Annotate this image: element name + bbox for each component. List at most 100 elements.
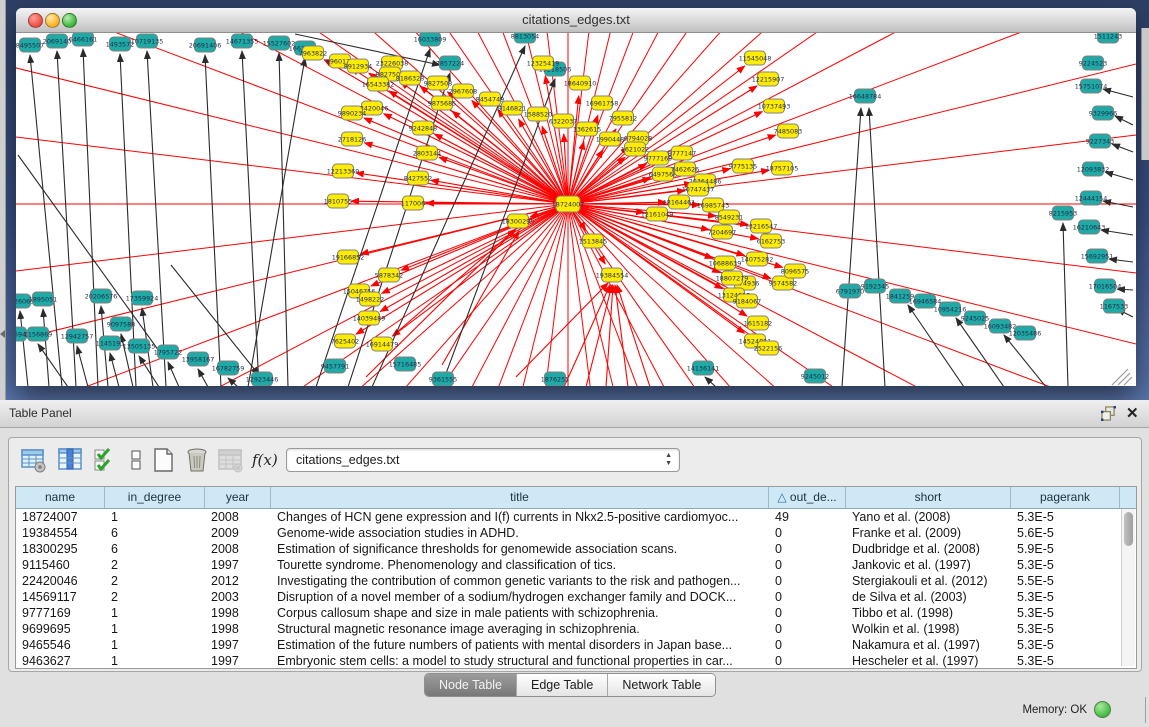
tab-edge-table[interactable]: Edge Table: [517, 674, 608, 696]
network-canvas[interactable]: 8495507206914064661611493572107191352069…: [16, 33, 1136, 386]
table-cell[interactable]: 2009: [205, 525, 271, 541]
table-cell[interactable]: 1997: [205, 557, 271, 573]
table-cell[interactable]: 5.3E-5: [1011, 621, 1120, 637]
table-panel-header[interactable]: Table Panel ✕: [0, 400, 1149, 428]
table-cell[interactable]: 49: [769, 509, 846, 525]
citation-edge-black[interactable]: [908, 305, 964, 386]
table-row[interactable]: 969969511998Structural magnetic resonanc…: [16, 621, 1136, 637]
citation-edge-black[interactable]: [348, 73, 450, 386]
close-panel-icon[interactable]: ✕: [1126, 404, 1139, 422]
table-cell[interactable]: Tibbo et al. (1998): [846, 605, 1011, 621]
table-cell[interactable]: 0: [769, 541, 846, 557]
table-cell[interactable]: 5.3E-5: [1011, 653, 1120, 668]
table-cell[interactable]: 5.3E-5: [1011, 637, 1120, 653]
table-cell[interactable]: 5.3E-5: [1011, 605, 1120, 621]
table-settings-icon[interactable]: [21, 447, 47, 473]
table-row[interactable]: 1456911722003Disruption of a novel membe…: [16, 589, 1136, 605]
table-cell[interactable]: Embryonic stem cells: a model to study s…: [271, 653, 769, 668]
citation-edge-red[interactable]: [392, 204, 568, 336]
citation-edge-red[interactable]: [568, 47, 1136, 204]
citation-edge-red[interactable]: [16, 47, 568, 204]
citation-edge-black[interactable]: [705, 377, 716, 386]
table-cell[interactable]: Nakamura et al. (1997): [846, 637, 1011, 653]
column-header-in_degree[interactable]: in_degree: [105, 487, 205, 508]
scrollbar-thumb[interactable]: [1124, 512, 1133, 546]
table-cell[interactable]: Structural magnetic resonance image aver…: [271, 621, 769, 637]
citation-edge-black[interactable]: [168, 362, 179, 386]
table-cell[interactable]: de Silva et al. (2003): [846, 589, 1011, 605]
table-cell[interactable]: 1: [105, 637, 205, 653]
table-cell[interactable]: 1: [105, 605, 205, 621]
table-cell[interactable]: Stergiakouli et al. (2012): [846, 573, 1011, 589]
citation-edge-black[interactable]: [205, 55, 221, 386]
table-cell[interactable]: 19384554: [16, 525, 105, 541]
table-selector-dropdown[interactable]: citations_edges.txt ▲▼: [286, 448, 680, 472]
table-cell[interactable]: 2008: [205, 509, 271, 525]
table-cell[interactable]: 9777169: [16, 605, 105, 621]
column-header-short[interactable]: short: [846, 487, 1011, 508]
delete-table-icon[interactable]: [184, 447, 210, 473]
table-cell[interactable]: Jankovic et al. (1997): [846, 557, 1011, 573]
table-cell[interactable]: Estimation of the future numbers of pati…: [271, 637, 769, 653]
collapse-arrow-icon[interactable]: [0, 330, 5, 338]
table-cell[interactable]: 5.9E-5: [1011, 541, 1120, 557]
column-header-title[interactable]: title: [271, 487, 769, 508]
citation-edge-black[interactable]: [1063, 223, 1068, 386]
table-row[interactable]: 2242004622012Investigating the contribut…: [16, 573, 1136, 589]
citation-edge-black[interactable]: [198, 369, 208, 386]
table-cell[interactable]: Wolkin et al. (1998): [846, 621, 1011, 637]
side-panel-edge[interactable]: [0, 0, 6, 400]
table-cell[interactable]: 2008: [205, 541, 271, 557]
resize-grip[interactable]: [1112, 369, 1132, 385]
citation-edge-red[interactable]: [16, 33, 568, 204]
new-table-icon[interactable]: [151, 447, 177, 473]
table-cell[interactable]: 5.3E-5: [1011, 509, 1120, 525]
table-cell[interactable]: 0: [769, 573, 846, 589]
citation-edge-black[interactable]: [842, 108, 861, 386]
table-row[interactable]: 977716911998Corpus callosum shape and si…: [16, 605, 1136, 621]
table-cell[interactable]: 9699695: [16, 621, 105, 637]
table-cell[interactable]: 5.3E-5: [1011, 589, 1120, 605]
table-row[interactable]: 911546021997Tourette syndrome. Phenomeno…: [16, 557, 1136, 573]
table-cell[interactable]: 0: [769, 589, 846, 605]
table-cell[interactable]: 9463627: [16, 653, 105, 668]
tab-network-table[interactable]: Network Table: [608, 674, 715, 696]
show-columns-icon[interactable]: [58, 447, 84, 473]
citation-edge-black[interactable]: [147, 51, 166, 386]
citation-edge-red[interactable]: [564, 285, 610, 386]
citation-edge-red[interactable]: [516, 283, 608, 377]
table-cell[interactable]: 1998: [205, 621, 271, 637]
row-height-icon[interactable]: [123, 447, 149, 473]
table-cell[interactable]: Corpus callosum shape and size in male p…: [271, 605, 769, 621]
citation-edge-black[interactable]: [120, 54, 136, 386]
table-row[interactable]: 946362711997Embryonic stem cells: a mode…: [16, 653, 1136, 668]
tab-node-table[interactable]: Node Table: [425, 674, 517, 696]
table-cell[interactable]: Franke et al. (2009): [846, 525, 1011, 541]
column-header-name[interactable]: name: [16, 487, 105, 508]
citation-edge-red[interactable]: [439, 157, 568, 204]
table-row[interactable]: 1872400712008Changes of HCN gene express…: [16, 509, 1136, 525]
citation-edge-red[interactable]: [586, 285, 612, 386]
table-cell[interactable]: 2003: [205, 589, 271, 605]
table-cell[interactable]: Estimation of significance thresholds fo…: [271, 541, 769, 557]
column-header-pagerank[interactable]: pagerank: [1011, 487, 1120, 508]
network-window[interactable]: citations_edges.txt 84955072069140646616…: [16, 8, 1136, 386]
table-cell[interactable]: 1997: [205, 637, 271, 653]
table-cell[interactable]: 0: [769, 621, 846, 637]
citation-edge-black[interactable]: [316, 49, 430, 386]
table-cell[interactable]: 18300295: [16, 541, 105, 557]
table-cell[interactable]: 5.6E-5: [1011, 525, 1120, 541]
table-cell[interactable]: 0: [769, 525, 846, 541]
table-cell[interactable]: 5.3E-5: [1011, 557, 1120, 573]
table-cell[interactable]: 2: [105, 573, 205, 589]
table-cell[interactable]: 1: [105, 653, 205, 668]
citation-edge-black[interactable]: [20, 311, 28, 386]
memory-status-icon[interactable]: [1094, 701, 1111, 718]
citation-edge-black[interactable]: [110, 353, 119, 386]
table-cell[interactable]: 2: [105, 557, 205, 573]
table-cell[interactable]: 6: [105, 541, 205, 557]
table-row[interactable]: 946554611997Estimation of the future num…: [16, 637, 1136, 653]
citation-edge-red[interactable]: [568, 204, 1136, 361]
table-cell[interactable]: Investigating the contribution of common…: [271, 573, 769, 589]
network-graph[interactable]: 8495507206914064661611493572107191352069…: [16, 33, 1136, 386]
